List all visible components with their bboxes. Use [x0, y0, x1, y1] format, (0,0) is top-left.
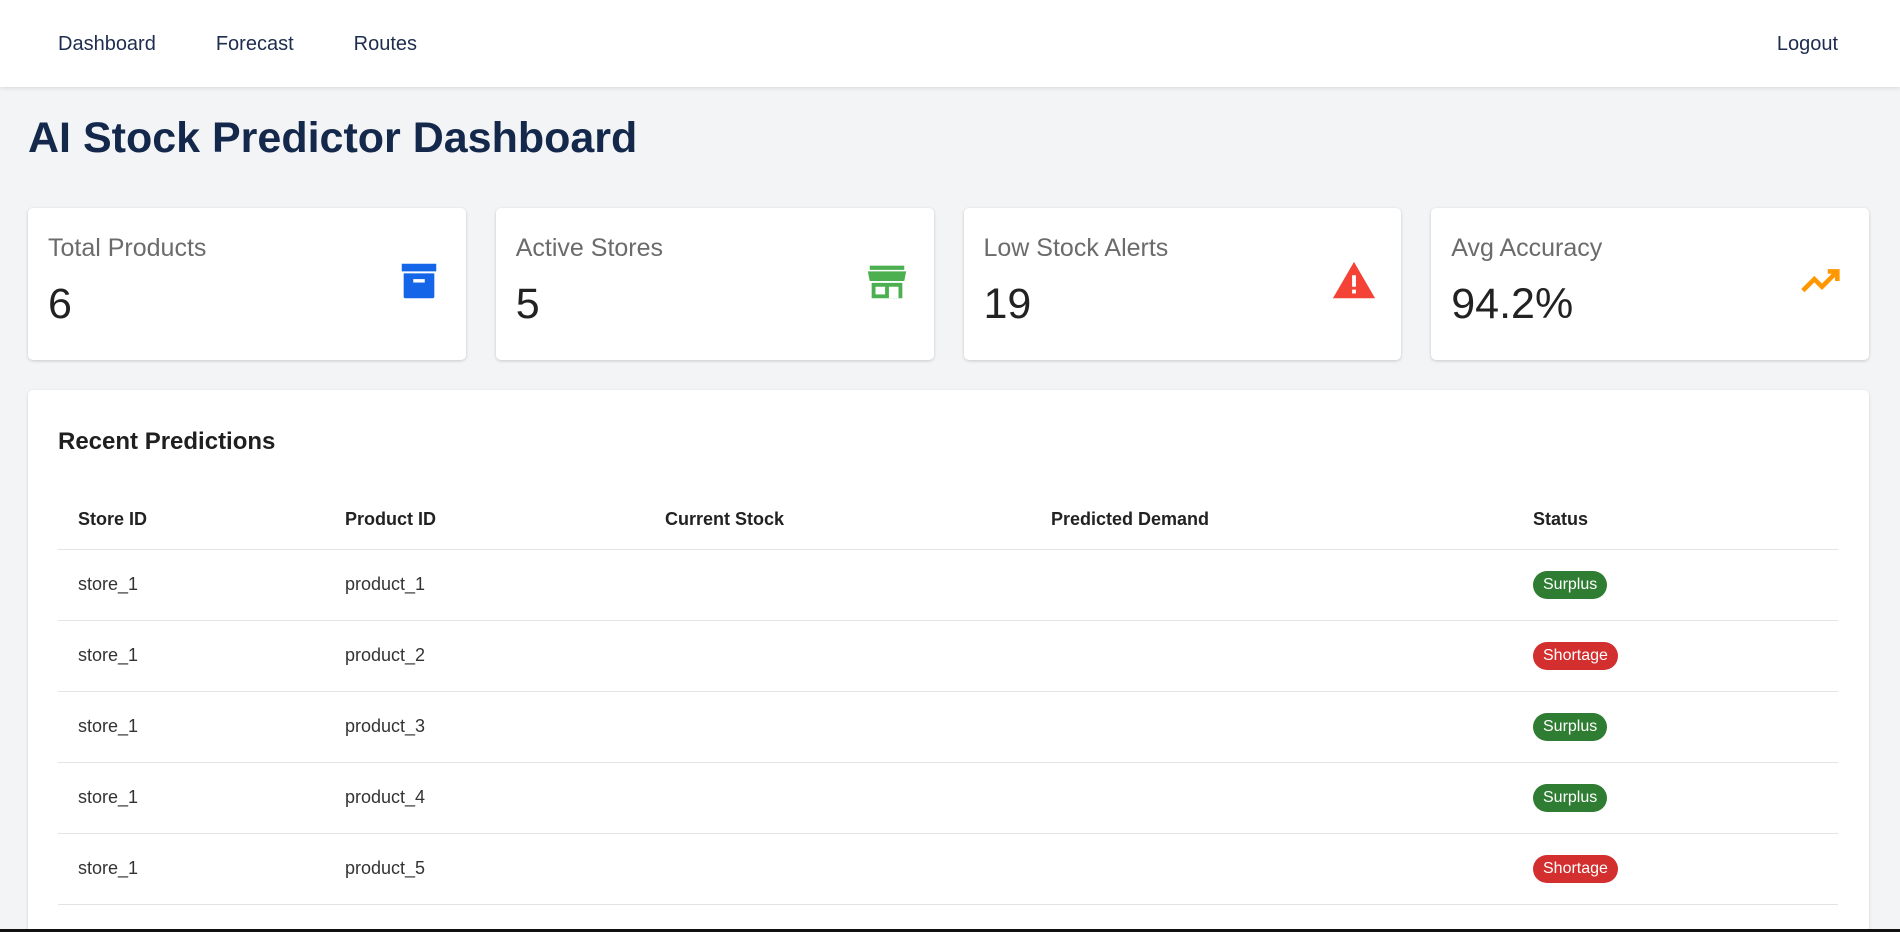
- cell-predicted-demand: [1031, 691, 1513, 763]
- stat-label: Low Stock Alerts: [983, 234, 1169, 262]
- cell-store-id: store_1: [58, 691, 325, 763]
- stat-value: 94.2%: [1451, 280, 1574, 328]
- cell-status: Surplus: [1513, 549, 1838, 621]
- archive-box-icon: [401, 263, 436, 299]
- stat-label: Avg Accuracy: [1451, 234, 1603, 262]
- table-row[interactable]: store_1 product_4 Surplus: [58, 762, 1838, 834]
- stat-card-active-stores: Active Stores 5: [495, 208, 934, 360]
- cell-product-id: product_4: [325, 762, 645, 834]
- recent-predictions-panel: Recent Predictions Store ID Product ID C…: [28, 390, 1869, 932]
- cell-predicted-demand: [1031, 549, 1513, 621]
- table-row[interactable]: store_1 product_2 Shortage: [58, 620, 1838, 692]
- cell-product-id: product_3: [325, 691, 645, 763]
- stat-label: Active Stores: [515, 234, 664, 262]
- warning-icon: [1333, 261, 1376, 299]
- stats-cards: Total Products 6 Active Stores 5 Low Sto…: [28, 208, 1869, 360]
- cell-product-id: product_5: [325, 833, 645, 905]
- nav-forecast-link[interactable]: Forecast: [216, 34, 294, 54]
- stat-card-total-products: Total Products 6: [28, 208, 466, 360]
- table-header-row: Store ID Product ID Current Stock Predic…: [58, 490, 1838, 550]
- stat-card-low-stock-alerts: Low Stock Alerts 19: [963, 208, 1402, 360]
- cell-current-stock: [645, 762, 1031, 834]
- status-badge: Surplus: [1533, 712, 1608, 741]
- logout-link[interactable]: Logout: [1777, 34, 1838, 54]
- cell-current-stock: [645, 833, 1031, 905]
- column-header-store-id[interactable]: Store ID: [58, 490, 325, 550]
- nav-routes-link[interactable]: Routes: [354, 34, 417, 54]
- column-header-predicted-demand[interactable]: Predicted Demand: [1031, 490, 1513, 550]
- table-row[interactable]: store_1 product_1 Surplus: [58, 549, 1838, 621]
- cell-status: Shortage: [1513, 833, 1838, 905]
- cell-current-stock: [645, 620, 1031, 692]
- stat-card-avg-accuracy: Avg Accuracy 94.2%: [1431, 208, 1869, 360]
- status-badge: Shortage: [1533, 854, 1618, 883]
- stat-value: 5: [515, 280, 540, 328]
- nav-dashboard-link[interactable]: Dashboard: [58, 34, 156, 54]
- top-navbar: Dashboard Forecast Routes Logout: [0, 0, 1900, 87]
- table-row[interactable]: store_1 product_5 Shortage: [58, 833, 1838, 905]
- cell-product-id: product_2: [325, 620, 645, 692]
- cell-status: Surplus: [1513, 691, 1838, 763]
- column-header-status[interactable]: Status: [1513, 490, 1838, 550]
- status-badge: Surplus: [1533, 570, 1608, 599]
- predictions-table: Store ID Product ID Current Stock Predic…: [58, 490, 1838, 905]
- cell-predicted-demand: [1031, 833, 1513, 905]
- column-header-product-id[interactable]: Product ID: [325, 490, 645, 550]
- stat-value: 6: [48, 280, 72, 328]
- trending-up-icon: [1801, 269, 1840, 293]
- cell-store-id: store_1: [58, 833, 325, 905]
- column-header-current-stock[interactable]: Current Stock: [645, 490, 1031, 550]
- stat-label: Total Products: [48, 234, 207, 262]
- store-icon: [867, 265, 906, 299]
- cell-store-id: store_1: [58, 762, 325, 834]
- cell-status: Shortage: [1513, 620, 1838, 692]
- cell-store-id: store_1: [58, 620, 325, 692]
- cell-current-stock: [645, 549, 1031, 621]
- cell-status: Surplus: [1513, 762, 1838, 834]
- table-row[interactable]: store_1 product_3 Surplus: [58, 691, 1838, 763]
- status-badge: Surplus: [1533, 783, 1608, 812]
- panel-title: Recent Predictions: [58, 428, 276, 455]
- status-badge: Shortage: [1533, 641, 1618, 670]
- page-title: AI Stock Predictor Dashboard: [28, 114, 638, 162]
- cell-predicted-demand: [1031, 620, 1513, 692]
- cell-store-id: store_1: [58, 549, 325, 621]
- cell-predicted-demand: [1031, 762, 1513, 834]
- cell-product-id: product_1: [325, 549, 645, 621]
- stat-value: 19: [983, 280, 1032, 328]
- cell-current-stock: [645, 691, 1031, 763]
